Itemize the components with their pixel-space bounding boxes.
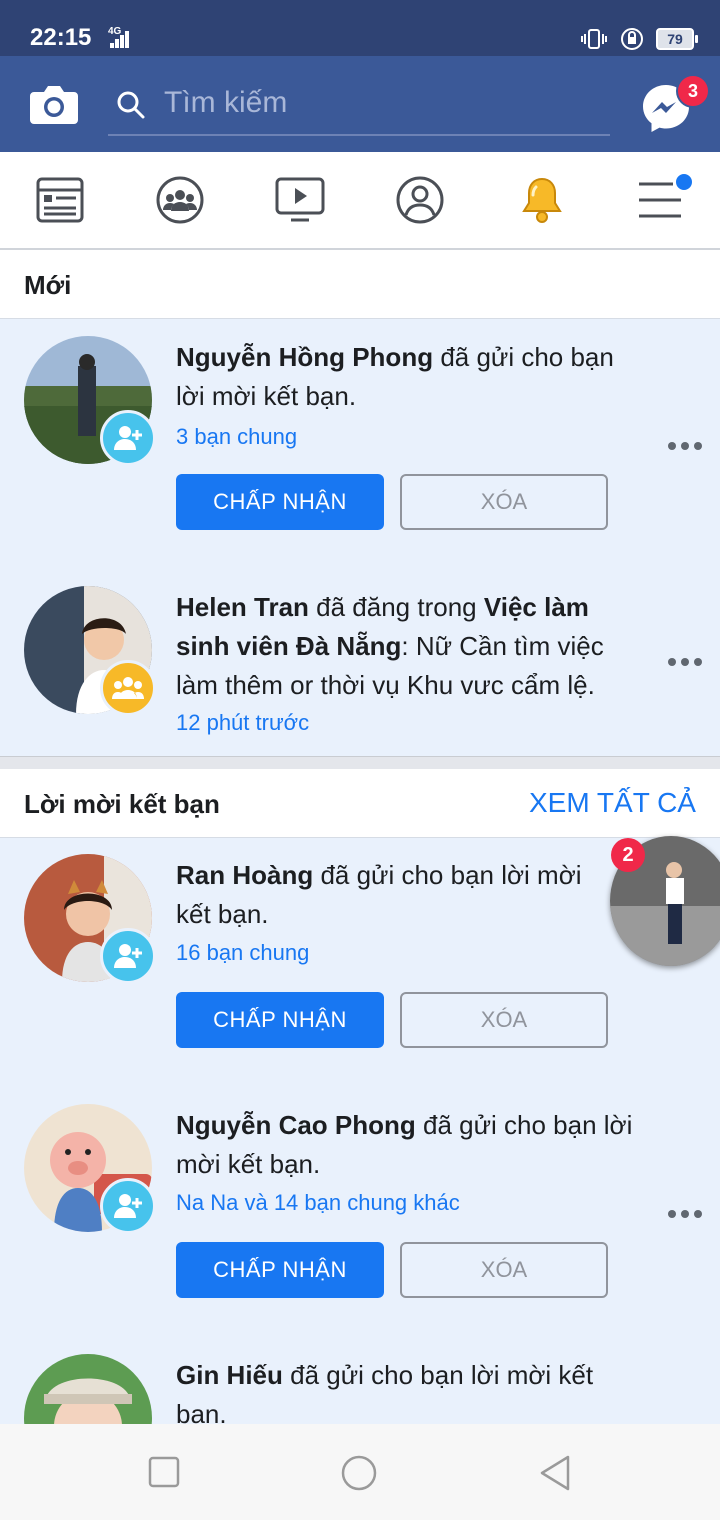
profile-icon — [396, 176, 444, 224]
delete-button[interactable]: XÓA — [400, 992, 608, 1048]
request-text: Gin Hiếu đã gửi cho bạn lời mời kết bạn. — [176, 1356, 636, 1424]
tab-bar — [0, 152, 720, 250]
tab-notifications[interactable] — [512, 172, 572, 228]
camera-icon[interactable] — [30, 82, 78, 126]
sender-name: Gin Hiếu — [176, 1360, 283, 1390]
status-bar: 22:15 4G 79 — [0, 0, 720, 56]
mutual-friends: 16 bạn chung — [176, 940, 310, 965]
friend-request-item[interactable]: Ran Hoàng đã gửi cho bạn lời mời kết bạn… — [0, 838, 720, 1088]
section-divider — [0, 756, 720, 769]
search-input[interactable] — [164, 86, 594, 120]
tab-news-feed[interactable] — [30, 172, 90, 228]
notification-item[interactable]: Nguyễn Hồng Phong đã gửi cho bạn lời mời… — [0, 320, 720, 570]
sender-name: Ran Hoàng — [176, 860, 314, 890]
sender-name: Nguyễn Cao Phong — [176, 1110, 416, 1140]
request-text: Nguyễn Cao Phong đã gửi cho bạn lời mời … — [176, 1106, 636, 1184]
signal-icon — [110, 30, 132, 48]
section-new: Mới — [0, 250, 720, 319]
notification-body: đã đăng trong — [308, 592, 484, 622]
tab-profile[interactable] — [390, 172, 450, 228]
avatar[interactable] — [24, 1354, 152, 1424]
battery-icon: 79 — [656, 28, 698, 50]
mutual-friends: Na Na và 14 bạn chung khác — [176, 1190, 460, 1215]
add-friend-icon — [100, 928, 156, 984]
see-all-link[interactable]: XEM TẤT CẢ — [529, 787, 696, 819]
friend-request-item[interactable]: Nguyễn Cao Phong đã gửi cho bạn lời mời … — [0, 1088, 720, 1338]
menu-unread-dot — [674, 172, 694, 192]
more-icon[interactable] — [668, 1210, 702, 1218]
delete-button[interactable]: XÓA — [400, 1242, 608, 1298]
recent-apps-icon[interactable] — [148, 1456, 180, 1488]
tab-groups[interactable] — [150, 172, 210, 228]
messenger-badge: 3 — [676, 74, 710, 108]
vibrate-icon — [581, 29, 607, 49]
mutual-friends: 3 bạn chung — [176, 424, 298, 449]
top-bar — [0, 56, 720, 152]
tab-watch[interactable] — [270, 172, 330, 228]
sender-name: Nguyễn Hồng Phong — [176, 342, 434, 372]
section-title: Lời mời kết bạn — [24, 789, 220, 819]
group-icon — [100, 660, 156, 716]
news-feed-icon — [36, 177, 84, 223]
rotation-lock-icon — [621, 28, 643, 50]
timestamp: 12 phút trước — [176, 710, 310, 735]
sender-name: Helen Tran — [176, 592, 309, 622]
home-icon[interactable] — [340, 1454, 378, 1492]
accept-button[interactable]: CHẤP NHẬN — [176, 474, 384, 530]
groups-icon — [156, 176, 204, 224]
add-friend-icon — [100, 1178, 156, 1234]
friend-request-item[interactable]: Gin Hiếu đã gửi cho bạn lời mời kết bạn. — [0, 1338, 720, 1424]
bell-icon — [522, 177, 562, 223]
notification-text: Helen Tran đã đăng trong Việc làm sinh v… — [176, 588, 646, 705]
search-icon — [117, 91, 145, 119]
request-text: Ran Hoàng đã gửi cho bạn lời mời kết bạn… — [176, 856, 606, 934]
notification-item[interactable]: Helen Tran đã đăng trong Việc làm sinh v… — [0, 570, 720, 756]
section-friend-requests: Lời mời kết bạn XEM TẤT CẢ — [0, 769, 720, 838]
accept-button[interactable]: CHẤP NHẬN — [176, 992, 384, 1048]
more-icon[interactable] — [668, 658, 702, 666]
add-friend-icon — [100, 410, 156, 466]
status-time: 22:15 — [30, 24, 92, 51]
more-icon[interactable] — [668, 442, 702, 450]
back-icon[interactable] — [538, 1454, 572, 1492]
system-nav-bar — [0, 1424, 720, 1520]
watch-icon — [275, 177, 325, 222]
chat-head-badge: 2 — [611, 838, 645, 872]
search-box[interactable] — [108, 78, 610, 136]
notification-text: Nguyễn Hồng Phong đã gửi cho bạn lời mời… — [176, 338, 636, 416]
section-title: Mới — [24, 270, 72, 300]
delete-button[interactable]: XÓA — [400, 474, 608, 530]
accept-button[interactable]: CHẤP NHẬN — [176, 1242, 384, 1298]
